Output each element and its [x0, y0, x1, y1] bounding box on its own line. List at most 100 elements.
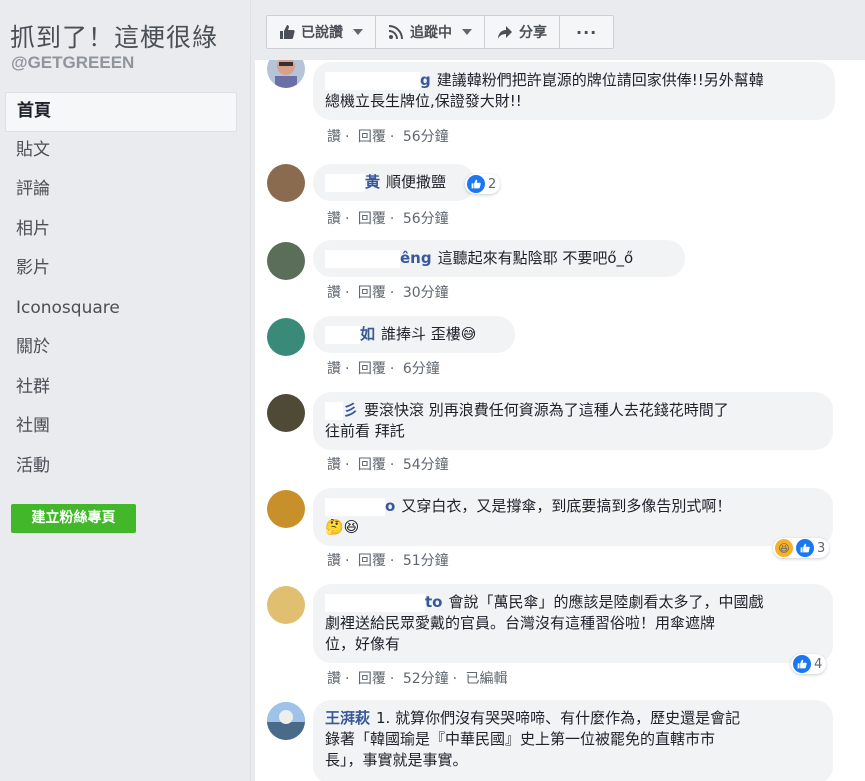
- comment-text: 建議韓粉們把許崑源的牌位請回家供俸!!另外幫韓: [436, 71, 764, 89]
- comment-text: 長」，事實就是事實。: [325, 751, 468, 769]
- comment-bubble: to 會說「萬民傘」的應該是陸劇看太多了，中國戲 劇裡送給民眾愛戴的官員。台灣沒有…: [313, 584, 833, 663]
- comment-text: 🤔😆: [325, 518, 360, 536]
- like-reaction-icon: [796, 539, 814, 557]
- redacted-name: [325, 497, 385, 516]
- reaction-count[interactable]: 2: [465, 174, 501, 194]
- thumbs-up-icon: [280, 25, 295, 39]
- comment-time[interactable]: 51分鐘: [403, 553, 449, 569]
- reply-link[interactable]: 回覆: [358, 553, 386, 569]
- nav-item-about[interactable]: 關於: [5, 329, 237, 369]
- comment-text: 會說「萬民傘」的應該是陸劇看太多了，中國戲: [448, 593, 764, 611]
- comment-bubble: 如誰捧斗 歪樓😅: [313, 316, 515, 353]
- like-link[interactable]: 讚: [327, 671, 341, 687]
- avatar[interactable]: [267, 394, 305, 432]
- comment-author[interactable]: 王湃萩: [325, 709, 370, 727]
- nav-item-home[interactable]: 首頁: [5, 92, 237, 132]
- comment-text: 總機立長生牌位,保證發大財!!: [325, 92, 522, 110]
- nav-item-videos[interactable]: 影片: [5, 250, 237, 290]
- comment-text: 劇裡送給民眾愛戴的官員。台灣沒有這種習俗啦！用傘遮牌: [325, 614, 716, 632]
- comment-author[interactable]: 黃: [365, 173, 380, 191]
- comment-bubble: 王湃萩 1. 就算你們沒有哭哭啼啼、有什麼作為，歷史還是會記 錄著「韓國瑜是『中華…: [313, 700, 833, 781]
- edited-label[interactable]: 已編輯: [466, 671, 508, 687]
- comment-text: 又穿白衣，又是撐傘，到底要搞到多像告別式啊！: [401, 497, 732, 515]
- nav-item-groups[interactable]: 社團: [5, 408, 237, 448]
- reaction-count[interactable]: 😆 3: [773, 538, 830, 558]
- more-button[interactable]: ···: [560, 16, 613, 48]
- comment-author[interactable]: o: [385, 497, 395, 515]
- like-link[interactable]: 讚: [327, 211, 341, 227]
- avatar[interactable]: [267, 490, 305, 528]
- liked-label: 已說讚: [301, 25, 343, 41]
- page-handle[interactable]: @GETGREEEN: [11, 53, 134, 73]
- comment-author[interactable]: to: [425, 593, 442, 611]
- rss-icon: [388, 25, 403, 40]
- comment-time[interactable]: 54分鐘: [403, 457, 449, 473]
- comment-author[interactable]: g: [420, 71, 431, 89]
- page-title[interactable]: 抓到了！這梗很綠: [10, 18, 218, 54]
- following-button[interactable]: 追蹤中: [376, 16, 485, 48]
- avatar[interactable]: [267, 702, 305, 740]
- redacted-name: [325, 249, 400, 268]
- like-link[interactable]: 讚: [327, 553, 341, 569]
- comment-author[interactable]: êng: [400, 249, 432, 267]
- avatar[interactable]: [267, 242, 305, 280]
- left-sidebar: 抓到了！這梗很綠 @GETGREEEN 首頁 貼文 評論 相片 影片 Icono…: [0, 0, 250, 781]
- like-reaction-icon: [793, 655, 811, 673]
- comment-time[interactable]: 30分鐘: [403, 285, 449, 301]
- comment-bubble: 彡要滾快滾 別再浪費任何資源為了這種人去花錢花時間了 往前看 拜託: [313, 392, 833, 450]
- nav-item-reviews[interactable]: 評論: [5, 171, 237, 211]
- comment-text: 要滾快滾 別再浪費任何資源為了這種人去花錢花時間了: [364, 401, 729, 419]
- comment-text: 順便撒鹽: [386, 173, 447, 191]
- reply-link[interactable]: 回覆: [358, 457, 386, 473]
- comment-author[interactable]: 彡: [343, 401, 358, 419]
- share-button[interactable]: 分享: [485, 16, 560, 48]
- reply-link[interactable]: 回覆: [358, 361, 386, 377]
- comment-text: 往前看 拜託: [325, 422, 405, 440]
- avatar[interactable]: [267, 586, 305, 624]
- avatar[interactable]: [267, 60, 305, 88]
- page-nav: 首頁 貼文 評論 相片 影片 Iconosquare 關於 社群 社團 活動: [5, 92, 237, 487]
- nav-item-iconosquare[interactable]: Iconosquare: [5, 290, 237, 330]
- following-label: 追蹤中: [410, 25, 452, 41]
- like-link[interactable]: 讚: [327, 285, 341, 301]
- comment-meta: 讚 · 回覆 · 51分鐘: [327, 553, 449, 569]
- comment-text: 錄著「韓國瑜是『中華民國』史上第一位被罷免的直轄市市: [325, 730, 716, 748]
- create-page-button[interactable]: 建立粉絲專頁: [11, 504, 136, 533]
- redacted-name: [325, 593, 425, 612]
- nav-item-posts[interactable]: 貼文: [5, 132, 237, 172]
- caret-down-icon: [353, 29, 363, 35]
- comment-time[interactable]: 56分鐘: [403, 211, 449, 227]
- comment-meta: 讚 · 回覆 · 6分鐘: [327, 361, 440, 377]
- comment-bubble: 黃順便撒鹽: [313, 164, 475, 201]
- comment-bubble: êng 這聽起來有點陰耶 不要吧ő_ő: [313, 240, 685, 277]
- redacted-name: [325, 71, 420, 90]
- comment-time[interactable]: 6分鐘: [403, 361, 440, 377]
- avatar[interactable]: [267, 164, 305, 202]
- reply-link[interactable]: 回覆: [358, 129, 386, 145]
- avatar[interactable]: [267, 318, 305, 356]
- comment-time[interactable]: 56分鐘: [403, 129, 449, 145]
- reaction-count[interactable]: 4: [791, 654, 827, 674]
- like-link[interactable]: 讚: [327, 361, 341, 377]
- comment-time[interactable]: 52分鐘: [403, 671, 449, 687]
- like-link[interactable]: 讚: [327, 129, 341, 145]
- nav-item-events[interactable]: 活動: [5, 448, 237, 488]
- reply-link[interactable]: 回覆: [358, 285, 386, 301]
- reply-link[interactable]: 回覆: [358, 211, 386, 227]
- like-link[interactable]: 讚: [327, 457, 341, 473]
- comment-text: 位，好像有: [325, 635, 401, 653]
- reply-link[interactable]: 回覆: [358, 671, 386, 687]
- nav-item-community[interactable]: 社群: [5, 369, 237, 409]
- haha-reaction-icon: 😆: [775, 539, 793, 557]
- comment-bubble: g 建議韓粉們把許崑源的牌位請回家供俸!!另外幫韓 總機立長生牌位,保證發大財!!: [313, 62, 835, 120]
- redacted-name: [325, 401, 343, 420]
- liked-button[interactable]: 已說讚: [267, 16, 376, 48]
- comment-author[interactable]: 如: [360, 325, 375, 343]
- comment-text: 這聽起來有點陰耶 不要吧ő_ő: [437, 249, 634, 267]
- nav-item-photos[interactable]: 相片: [5, 211, 237, 251]
- comment-meta: 讚 · 回覆 · 54分鐘: [327, 457, 449, 473]
- divider: [250, 0, 251, 781]
- redacted-name: [325, 325, 360, 344]
- comments-feed: g 建議韓粉們把許崑源的牌位請回家供俸!!另外幫韓 總機立長生牌位,保證發大財!!…: [255, 60, 865, 781]
- share-label: 分享: [519, 25, 547, 41]
